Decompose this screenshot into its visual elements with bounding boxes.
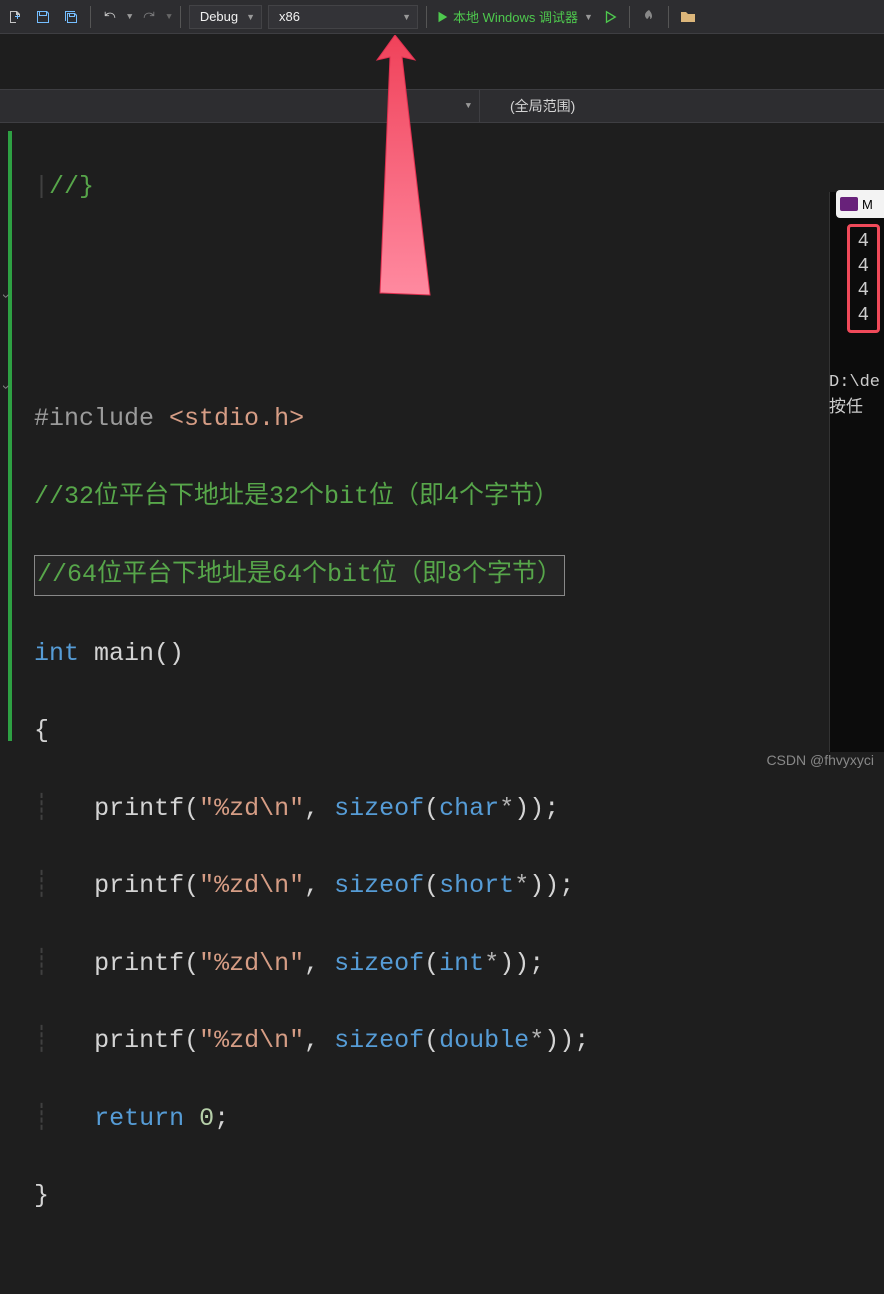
undo-dropdown-arrow[interactable]: ▼ xyxy=(127,12,132,22)
output-tab-label: M xyxy=(862,197,873,212)
start-without-debug-icon[interactable] xyxy=(599,6,621,28)
fmt-string: "%zd\n" xyxy=(199,1026,304,1055)
highlighted-line: //64位平台下地址是64个bit位（即8个字节） xyxy=(34,555,565,596)
code-editor[interactable]: › › |//} #include <stdio.h> //32位平台下地址是3… xyxy=(0,123,884,763)
kw-int: int xyxy=(439,949,484,978)
toolbar-divider xyxy=(90,6,91,28)
output-value: 4 xyxy=(858,303,869,328)
kw-return: return xyxy=(94,1104,184,1133)
redo-icon[interactable] xyxy=(138,6,160,28)
platform-label: x86 xyxy=(279,9,300,24)
chevron-down-icon: ▼ xyxy=(246,12,255,22)
fmt-string: "%zd\n" xyxy=(199,794,304,823)
kw-char: char xyxy=(439,794,499,823)
kw-double: double xyxy=(439,1026,529,1055)
scope-label[interactable]: (全局范围) xyxy=(480,96,575,116)
output-tab[interactable]: M xyxy=(836,190,884,218)
kw-sizeof: sizeof xyxy=(334,1026,424,1055)
fmt-string: "%zd\n" xyxy=(199,949,304,978)
watermark: CSDN @fhvyxyci xyxy=(766,752,874,768)
new-item-icon[interactable] xyxy=(4,6,26,28)
chevron-down-icon: ▼ xyxy=(466,101,471,111)
output-value: 4 xyxy=(858,278,869,303)
toolbar-divider xyxy=(180,6,181,28)
fn-printf: printf xyxy=(94,1026,184,1055)
fn-main: main xyxy=(94,639,154,668)
open-folder-icon[interactable] xyxy=(677,6,699,28)
toolbar-divider xyxy=(426,6,427,28)
kw-sizeof: sizeof xyxy=(334,794,424,823)
kw-sizeof: sizeof xyxy=(334,871,424,900)
modification-bar xyxy=(8,131,12,741)
start-debug-label: 本地 Windows 调试器 xyxy=(453,7,578,26)
output-path: D:\de xyxy=(829,370,884,396)
code-comment-64: //64位平台下地址是64个bit位（即8个字节） xyxy=(37,560,562,589)
fold-chevron-icon[interactable]: › xyxy=(0,292,13,300)
toolbar-divider xyxy=(629,6,630,28)
output-values-box: 4 4 4 4 xyxy=(847,224,880,333)
fn-printf: printf xyxy=(94,949,184,978)
output-prompt: 按任 xyxy=(829,396,884,422)
kw-int: int xyxy=(34,639,79,668)
kw-short: short xyxy=(439,871,514,900)
code-content: |//} #include <stdio.h> //32位平台下地址是32个bi… xyxy=(20,123,884,763)
fold-chevron-icon[interactable]: › xyxy=(0,383,13,391)
configuration-label: Debug xyxy=(200,9,238,24)
chevron-down-icon: ▼ xyxy=(402,12,411,22)
kw-sizeof: sizeof xyxy=(334,949,424,978)
preproc-include: #include xyxy=(34,404,154,433)
navigation-bar: ▼ (全局范围) xyxy=(0,89,884,123)
output-text: D:\de 按任 xyxy=(829,370,884,421)
hot-reload-icon[interactable] xyxy=(638,6,660,28)
configuration-dropdown[interactable]: Debug ▼ xyxy=(189,5,262,29)
editor-gutter: › › xyxy=(0,123,20,763)
code-comment-32: //32位平台下地址是32个bit位（即4个字节） xyxy=(34,482,559,511)
platform-dropdown[interactable]: x86 ▼ xyxy=(268,5,418,29)
fn-printf: printf xyxy=(94,794,184,823)
output-value: 4 xyxy=(858,254,869,279)
output-value: 4 xyxy=(858,229,869,254)
chevron-down-icon: ▼ xyxy=(584,12,593,22)
toolbar-divider xyxy=(668,6,669,28)
fmt-string: "%zd\n" xyxy=(199,871,304,900)
main-toolbar: ▼ ▼ Debug ▼ x86 ▼ 本地 Windows 调试器 ▼ xyxy=(0,0,884,34)
code-comment: //} xyxy=(49,172,94,201)
undo-icon[interactable] xyxy=(99,6,121,28)
num-zero: 0 xyxy=(199,1104,214,1133)
save-icon[interactable] xyxy=(32,6,54,28)
console-icon xyxy=(840,197,858,211)
fn-printf: printf xyxy=(94,871,184,900)
scope-left-dropdown[interactable]: ▼ xyxy=(0,90,480,122)
start-debug-button[interactable]: 本地 Windows 调试器 ▼ xyxy=(435,7,593,26)
save-all-icon[interactable] xyxy=(60,6,82,28)
include-header: <stdio.h> xyxy=(169,404,304,433)
redo-dropdown-arrow[interactable]: ▼ xyxy=(166,12,171,22)
